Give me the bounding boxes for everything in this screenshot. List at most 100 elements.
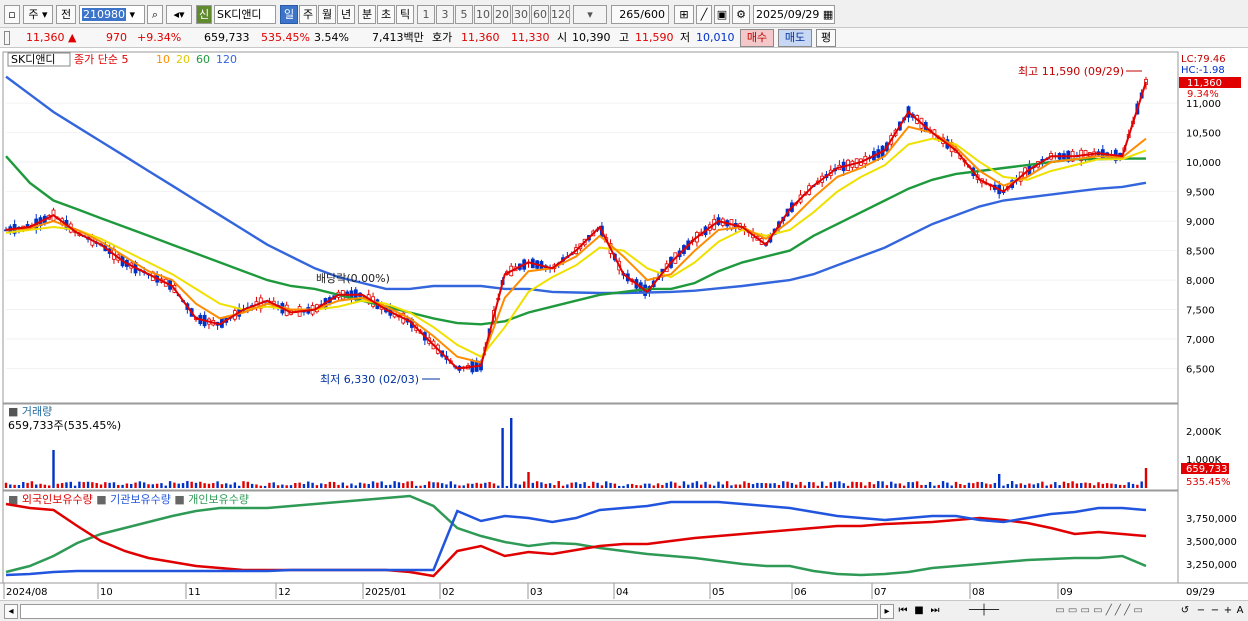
volume-bar [795, 484, 798, 488]
volume-bar [535, 481, 539, 488]
volume-bar [1140, 481, 1143, 488]
volume-bar [307, 481, 310, 488]
volume-bar [142, 482, 146, 488]
volume-bar [173, 482, 176, 488]
volume-bar [609, 482, 612, 488]
volume-bar [1015, 484, 1018, 488]
scroll-left-icon[interactable]: ◂ [4, 604, 18, 619]
volume-bar [976, 481, 979, 488]
price-y-tick: 7,500 [1186, 306, 1215, 317]
x-axis-label: 08 [972, 587, 985, 598]
draw-tool-icon[interactable]: ╱ [696, 5, 712, 24]
interval-1-button[interactable]: 1 [417, 5, 435, 24]
zoom-in-icon[interactable]: + [1222, 604, 1234, 619]
volume-bar [35, 484, 38, 488]
window-menu-icon[interactable]: ▫ [4, 5, 20, 24]
x-axis-label: 09 [1060, 587, 1073, 598]
interval-120-button[interactable]: 120 [550, 5, 570, 24]
volume-bar [1097, 482, 1100, 488]
legend-ma20: 20 [176, 53, 190, 66]
volume-bar [440, 483, 444, 488]
period-month-button[interactable]: 월 [318, 5, 336, 24]
sound-icon[interactable]: ◂▾ [166, 5, 192, 24]
stock-code-input[interactable]: 210980 ▾ [79, 5, 145, 24]
bid-price: 11,330 [511, 31, 550, 44]
volume-bar [320, 483, 323, 488]
interval-custom-select[interactable]: ▾ [573, 5, 607, 24]
dividend-annotation: 배당락(0.00%) [316, 272, 390, 285]
period-day-button[interactable]: 일 [280, 5, 298, 24]
interval-5-button[interactable]: 5 [455, 5, 473, 24]
volume-bar [1019, 483, 1022, 488]
volume-bar [691, 482, 694, 488]
forward-icon[interactable]: ⏭ [928, 604, 942, 619]
volume-bar [298, 482, 301, 488]
stock-code-value: 210980 [82, 8, 126, 21]
chart-type-select[interactable]: 주 ▾ [23, 5, 53, 24]
stop-icon[interactable]: ■ [912, 604, 926, 619]
zoom-out-icon[interactable]: − [1195, 604, 1207, 619]
volume-bar [626, 484, 630, 488]
volume-bar [570, 482, 573, 488]
interval-30-button[interactable]: 30 [512, 5, 530, 24]
x-axis-label: 10 [100, 587, 113, 598]
date-field[interactable]: 2025/09/29 ▦ [753, 5, 835, 24]
drawing-tool-icons[interactable]: ▭ ▭ ▭ ▭ ╱ ╱ ╱ ▭ [1024, 604, 1174, 619]
volume-bar [557, 481, 560, 488]
volume-bar [743, 481, 746, 488]
volume-bar [505, 485, 509, 488]
period-minute-button[interactable]: 분 [358, 5, 376, 24]
volume-bar [959, 483, 962, 488]
count-field[interactable]: 265/600 [611, 5, 669, 24]
reset-icon[interactable]: ↺ [1178, 604, 1192, 619]
volume-bar [846, 485, 850, 488]
volume-bar [911, 482, 915, 488]
volume-bar [462, 485, 465, 488]
volume-bar [168, 481, 172, 488]
zoom-minus-icon[interactable]: − [1209, 604, 1221, 619]
volume-bar [553, 485, 556, 488]
settings-gear-icon[interactable]: ⚙ [732, 5, 750, 24]
scroll-right-icon[interactable]: ▸ [880, 604, 894, 619]
stock-name-field[interactable]: SK디앤디 [214, 5, 276, 24]
period-tick-button[interactable]: 틱 [396, 5, 414, 24]
sell-button[interactable]: 매도 [778, 29, 812, 47]
interval-20-button[interactable]: 20 [493, 5, 511, 24]
zoom-slider[interactable]: ──┼── [950, 604, 1018, 619]
volume-bar [782, 481, 785, 488]
volume-bar [1032, 484, 1035, 488]
period-year-button[interactable]: 년 [337, 5, 355, 24]
volume-bar [246, 481, 250, 488]
scroll-track[interactable] [20, 604, 878, 619]
volume-bar [380, 481, 383, 488]
volume-bar [376, 482, 379, 488]
volume-bar [233, 482, 237, 488]
interval-10-button[interactable]: 10 [474, 5, 492, 24]
interval-3-button[interactable]: 3 [436, 5, 454, 24]
volume-bar [95, 482, 98, 488]
volume-bar [738, 484, 742, 488]
volume-value: 659,733 [204, 31, 250, 44]
interval-60-button[interactable]: 60 [531, 5, 549, 24]
volume-bar [449, 481, 452, 488]
rewind-icon[interactable]: ⏮ [896, 604, 910, 619]
period-week-button[interactable]: 주 [299, 5, 317, 24]
volume-bar [1101, 483, 1105, 488]
low-annotation: 최저 6,330 (02/03) [320, 373, 419, 386]
search-icon[interactable]: ⌕ [147, 5, 163, 24]
prev-button[interactable]: 전 [56, 5, 76, 24]
ma-line-120 [5, 75, 1147, 295]
info-toggle-icon[interactable] [4, 31, 10, 45]
auto-scale-icon[interactable]: A [1234, 604, 1246, 619]
volume-bar [112, 482, 116, 488]
volume-bar [820, 481, 824, 488]
volume-bar [890, 481, 893, 488]
save-icon[interactable]: ▣ [714, 5, 730, 24]
volume-bar [829, 482, 832, 488]
period-second-button[interactable]: 초 [377, 5, 395, 24]
average-button[interactable]: 평 [816, 29, 836, 47]
crosshair-icon[interactable]: ⊞ [674, 5, 694, 24]
volume-bar [419, 485, 422, 488]
buy-button[interactable]: 매수 [740, 29, 774, 47]
volume-bar [652, 485, 655, 488]
